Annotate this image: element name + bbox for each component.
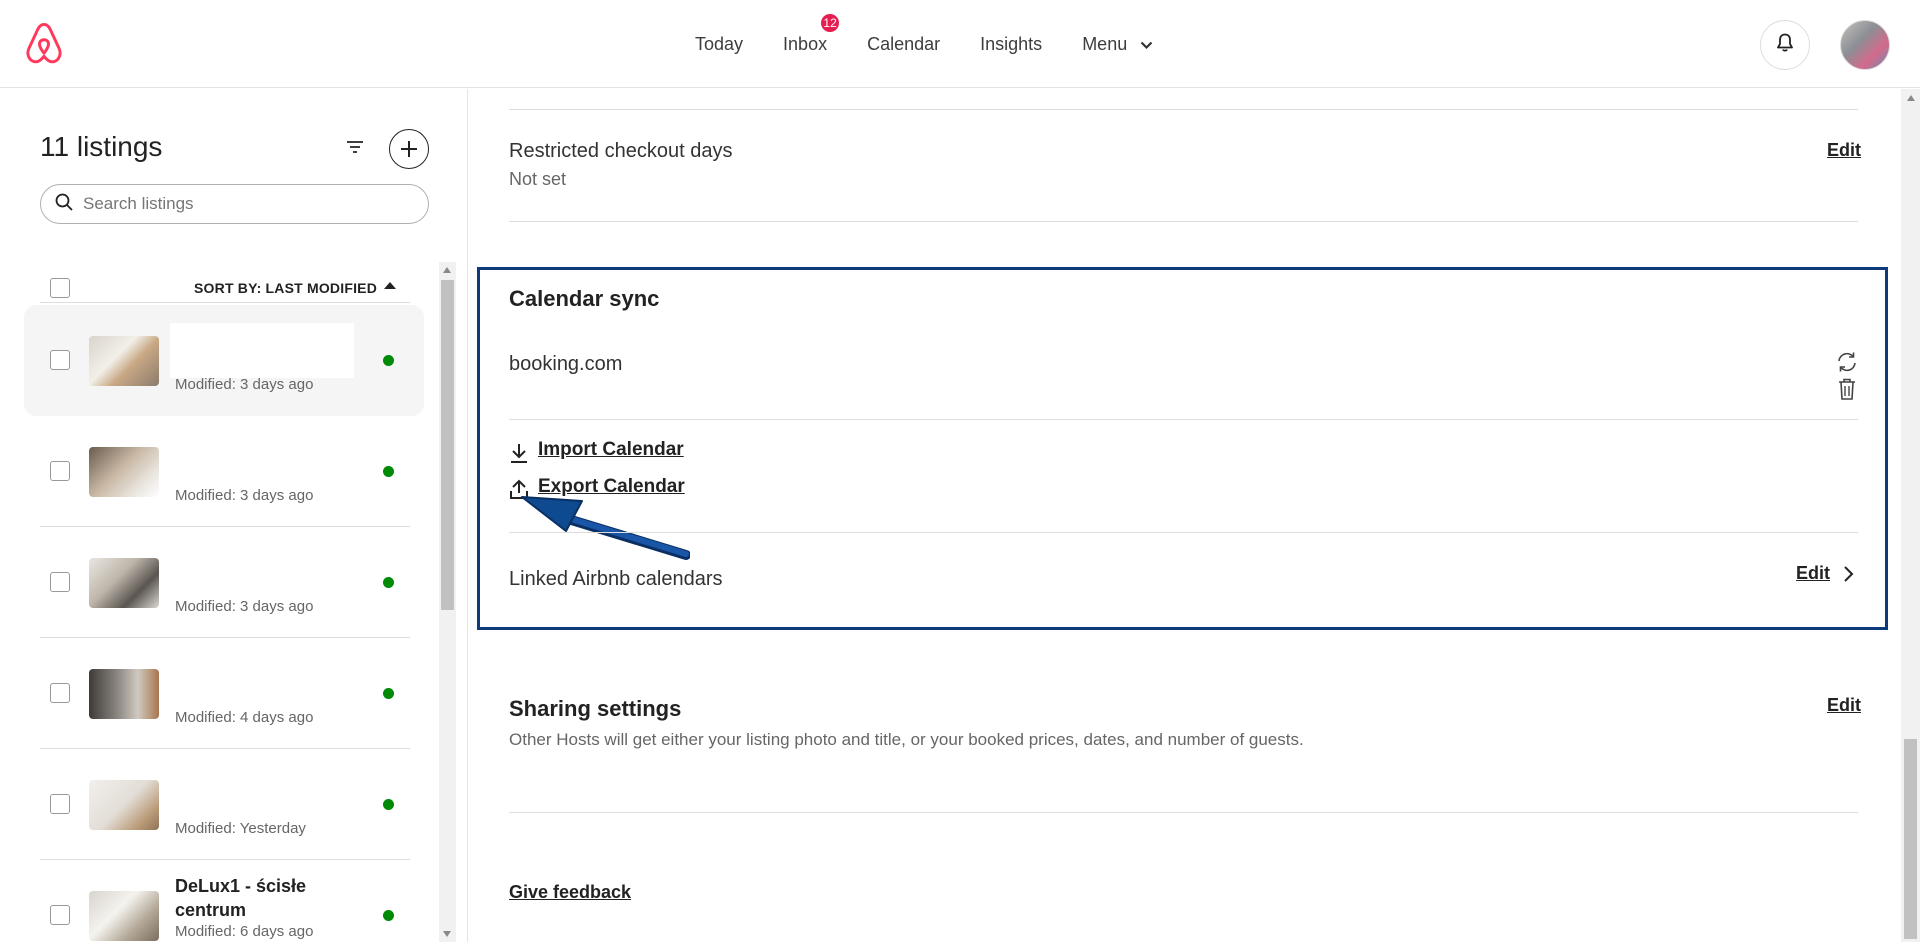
listing-modified: Modified: 3 days ago: [175, 376, 314, 393]
nav-menu-label: Menu: [1082, 33, 1128, 54]
list-item[interactable]: Modified: 3 days ago: [24, 416, 424, 527]
select-all-checkbox[interactable]: [50, 278, 70, 298]
calendar-sync-heading: Calendar sync: [509, 286, 660, 311]
calendar-settings-panel: Restricted checkout days Not set Edit Ca…: [469, 89, 1901, 942]
nav-menu[interactable]: Menu: [1082, 34, 1153, 55]
airbnb-logo-icon[interactable]: [24, 22, 64, 66]
annotation-arrow-icon: [520, 491, 691, 566]
user-avatar[interactable]: [1840, 20, 1890, 70]
linked-calendars-label: Linked Airbnb calendars: [509, 568, 723, 590]
redacted-title: [170, 323, 354, 378]
nav-today[interactable]: Today: [695, 34, 743, 55]
page-scrollbar[interactable]: [1901, 89, 1920, 942]
restricted-checkout-label: Restricted checkout days: [509, 140, 733, 162]
chevron-right-icon[interactable]: [1843, 565, 1855, 588]
list-item[interactable]: Modified: 3 days ago: [24, 527, 424, 638]
caret-up-icon[interactable]: [384, 282, 396, 289]
active-status-dot: [383, 688, 394, 699]
filter-icon[interactable]: [346, 139, 364, 160]
listing-checkbox[interactable]: [50, 683, 70, 703]
inbox-count-badge: 12: [819, 11, 842, 34]
search-input[interactable]: [83, 194, 403, 214]
active-status-dot: [383, 355, 394, 366]
nav-inbox-label: Inbox: [783, 33, 828, 54]
listing-modified: Modified: 4 days ago: [175, 709, 314, 726]
trash-icon[interactable]: [1838, 378, 1856, 405]
listing-checkbox[interactable]: [50, 794, 70, 814]
bell-icon: [1776, 33, 1794, 58]
notifications-button[interactable]: [1760, 20, 1810, 70]
add-listing-button[interactable]: [389, 129, 429, 169]
scroll-thumb[interactable]: [441, 280, 454, 610]
active-status-dot: [383, 799, 394, 810]
refresh-icon[interactable]: [1836, 351, 1858, 378]
listing-modified: Modified: Yesterday: [175, 820, 306, 837]
list-item[interactable]: Modified: 3 days ago: [24, 305, 424, 416]
divider: [509, 221, 1858, 222]
listing-thumbnail: [89, 558, 159, 608]
list-item[interactable]: Modified: Yesterday: [24, 749, 424, 860]
search-icon: [55, 193, 73, 216]
listings-scrollbar[interactable]: [439, 262, 456, 942]
sharing-settings-description: Other Hosts will get either your listing…: [509, 730, 1304, 749]
listing-thumbnail: [89, 891, 159, 941]
restricted-checkout-edit-link[interactable]: Edit: [1827, 140, 1861, 161]
divider: [509, 812, 1858, 813]
listing-thumbnail: [89, 336, 159, 386]
give-feedback-link[interactable]: Give feedback: [509, 882, 631, 903]
linked-calendars-edit-link[interactable]: Edit: [1796, 563, 1830, 584]
listing-thumbnail: [89, 669, 159, 719]
nav-insights[interactable]: Insights: [980, 34, 1042, 55]
active-status-dot: [383, 910, 394, 921]
listings-sidebar: 11 listings SORT BY: LAST MODIFIED Modif…: [0, 89, 468, 942]
nav-inbox[interactable]: Inbox 12: [783, 11, 842, 55]
scroll-up-arrow[interactable]: [443, 267, 451, 273]
list-item[interactable]: DeLux1 - ścisłe centrum Modified: 6 days…: [24, 860, 424, 942]
listing-checkbox[interactable]: [50, 350, 70, 370]
chevron-down-icon: [1140, 37, 1153, 53]
plus-icon: [401, 141, 417, 157]
scroll-up-arrow[interactable]: [1907, 95, 1915, 101]
listing-thumbnail: [89, 780, 159, 830]
sharing-settings-edit-link[interactable]: Edit: [1827, 695, 1861, 716]
scroll-thumb[interactable]: [1904, 739, 1917, 939]
divider: [509, 532, 1858, 533]
listing-modified: Modified: 3 days ago: [175, 487, 314, 504]
top-nav-bar: Today Inbox 12 Calendar Insights Menu: [0, 0, 1920, 88]
listing-checkbox[interactable]: [50, 572, 70, 592]
active-status-dot: [383, 466, 394, 477]
list-item[interactable]: Modified: 4 days ago: [24, 638, 424, 749]
download-icon: [509, 442, 529, 469]
listing-checkbox[interactable]: [50, 905, 70, 925]
nav-calendar[interactable]: Calendar: [867, 34, 940, 55]
restricted-checkout-value: Not set: [509, 169, 567, 189]
listing-thumbnail: [89, 447, 159, 497]
listing-modified: Modified: 6 days ago: [175, 923, 314, 940]
sharing-settings-heading: Sharing settings: [509, 696, 682, 721]
listing-modified: Modified: 3 days ago: [175, 598, 314, 615]
listings-count-title: 11 listings: [40, 131, 163, 162]
search-listings-field[interactable]: [40, 184, 429, 224]
import-calendar-link[interactable]: Import Calendar: [538, 439, 684, 461]
scroll-down-arrow[interactable]: [443, 931, 451, 937]
divider: [509, 419, 1858, 420]
listing-title: DeLux1 - ścisłe centrum: [175, 876, 307, 920]
divider: [509, 109, 1858, 110]
main-nav: Today Inbox 12 Calendar Insights Menu: [695, 0, 1193, 88]
synced-calendar-name: booking.com: [509, 353, 623, 375]
listing-checkbox[interactable]: [50, 461, 70, 481]
active-status-dot: [383, 577, 394, 588]
sort-button[interactable]: SORT BY: LAST MODIFIED: [194, 280, 377, 296]
listings-list: Modified: 3 days ago Modified: 3 days ag…: [24, 303, 424, 942]
